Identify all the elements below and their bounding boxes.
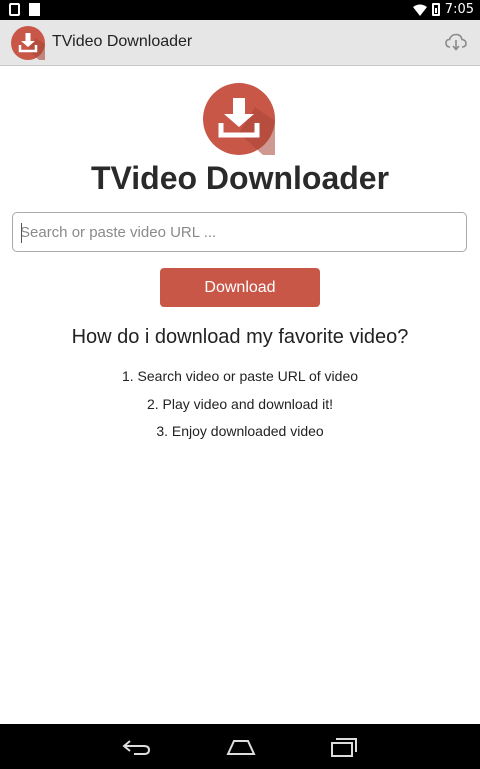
back-icon[interactable] [120,735,154,759]
help-heading: How do i download my favorite video? [71,326,409,348]
text-caret [21,223,22,243]
phone-notification-icon [9,3,20,16]
download-tray-icon [203,83,275,155]
download-button[interactable]: Download [160,268,320,307]
status-bar: 7:05 [0,0,480,20]
help-step: 1. Search video or paste URL of video [121,368,359,384]
wifi-icon [412,4,427,16]
search-input[interactable] [13,213,466,251]
search-field[interactable] [12,212,467,252]
help-step: 2. Play video and download it! [146,395,333,412]
app-logo-icon[interactable] [11,26,45,60]
status-time: 7:05 [444,2,474,17]
notification-square-icon [29,3,40,16]
home-icon[interactable] [224,735,258,759]
cloud-download-icon[interactable] [445,32,467,52]
action-bar: TVideo Downloader [0,20,480,66]
help-step: 3. Enjoy downloaded video [156,423,324,439]
navigation-bar [0,724,480,769]
recent-apps-icon[interactable] [326,735,360,759]
action-bar-title: TVideo Downloader [52,33,193,50]
help-steps-list: 1. Search video or paste URL of video 2.… [0,367,480,450]
page-title: TVideo Downloader [90,160,390,196]
battery-icon [431,3,440,16]
